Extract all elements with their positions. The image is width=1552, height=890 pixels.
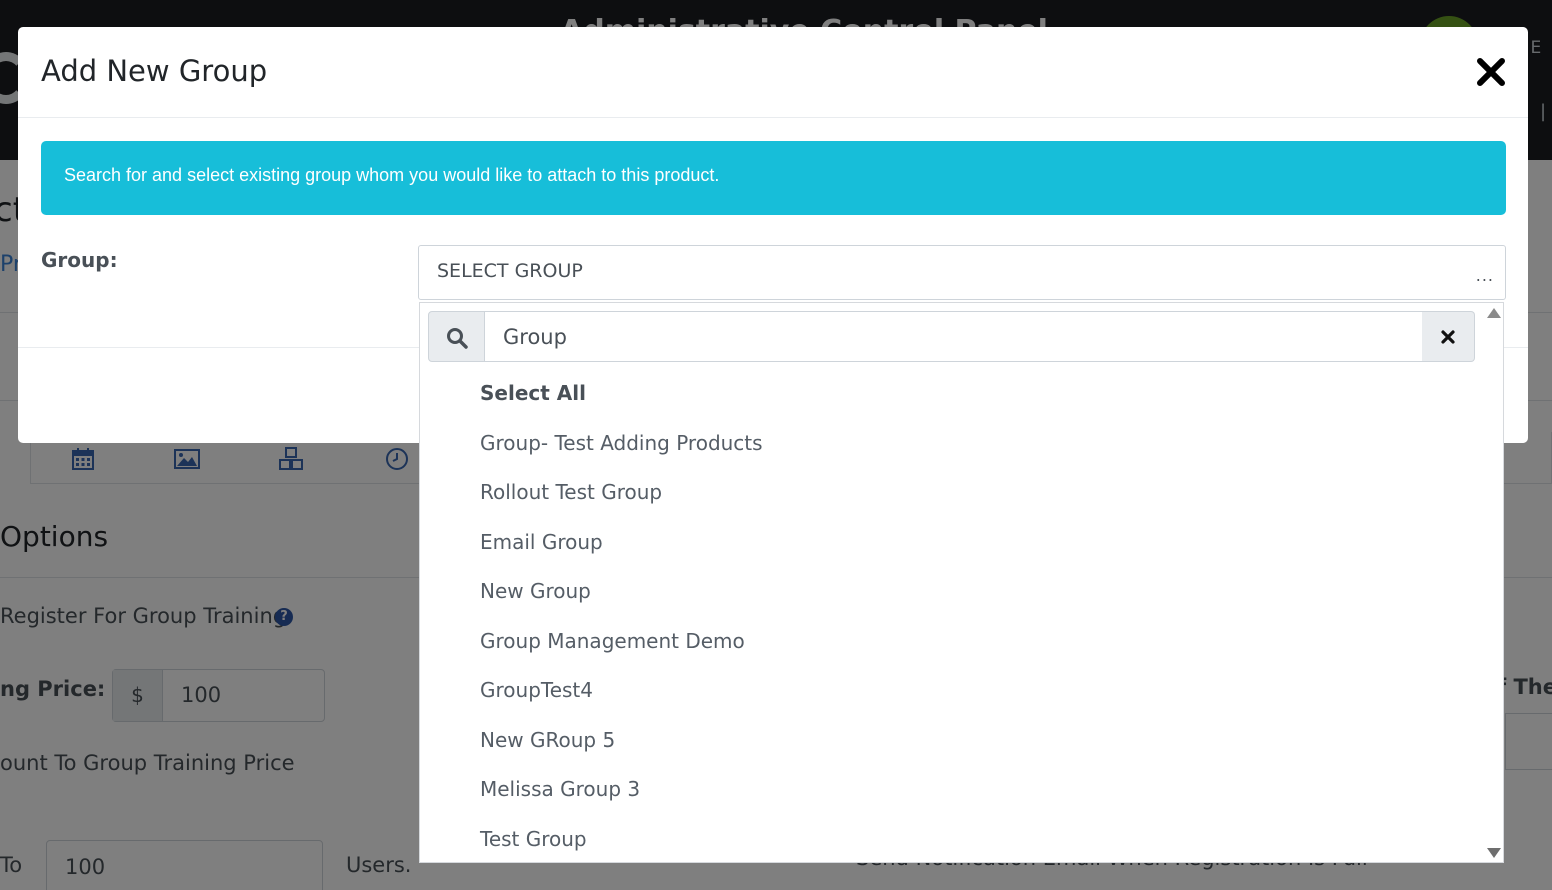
group-select[interactable]: SELECT GROUP ... — [418, 245, 1506, 300]
modal-header: Add New Group — [18, 27, 1528, 118]
group-option[interactable]: GroupTest4 — [480, 674, 763, 724]
close-icon[interactable] — [1474, 55, 1508, 89]
group-option[interactable]: Group- Test Adding Products — [480, 427, 763, 477]
clear-search-button[interactable] — [1422, 311, 1475, 362]
select-all-option[interactable]: Select All — [480, 377, 763, 427]
scroll-up-arrow-icon[interactable] — [1487, 308, 1501, 318]
group-option[interactable]: Rollout Test Group — [480, 476, 763, 526]
group-option[interactable]: Test Group — [480, 823, 763, 873]
group-dropdown-menu: Select All Group- Test Adding Products R… — [419, 302, 1504, 863]
search-icon — [447, 328, 468, 349]
modal-title: Add New Group — [41, 54, 268, 88]
info-alert: Search for and select existing group who… — [41, 141, 1506, 215]
clear-icon — [1441, 330, 1455, 344]
select-ellipsis: ... — [1475, 266, 1494, 285]
group-option[interactable]: New GRoup 5 — [480, 724, 763, 774]
group-label: Group: — [41, 248, 118, 272]
group-option[interactable]: Group Management Demo — [480, 625, 763, 675]
search-addon — [428, 311, 485, 362]
group-option[interactable]: Email Group — [480, 526, 763, 576]
group-search-input[interactable] — [484, 311, 1423, 362]
group-option[interactable]: New Group — [480, 575, 763, 625]
group-select-placeholder: SELECT GROUP — [437, 260, 583, 282]
group-options-list: Select All Group- Test Adding Products R… — [480, 377, 763, 872]
info-message: Search for and select existing group who… — [64, 165, 720, 185]
group-option[interactable]: Melissa Group 3 — [480, 773, 763, 823]
scroll-down-arrow-icon[interactable] — [1487, 848, 1501, 858]
dropdown-search — [428, 311, 1475, 362]
